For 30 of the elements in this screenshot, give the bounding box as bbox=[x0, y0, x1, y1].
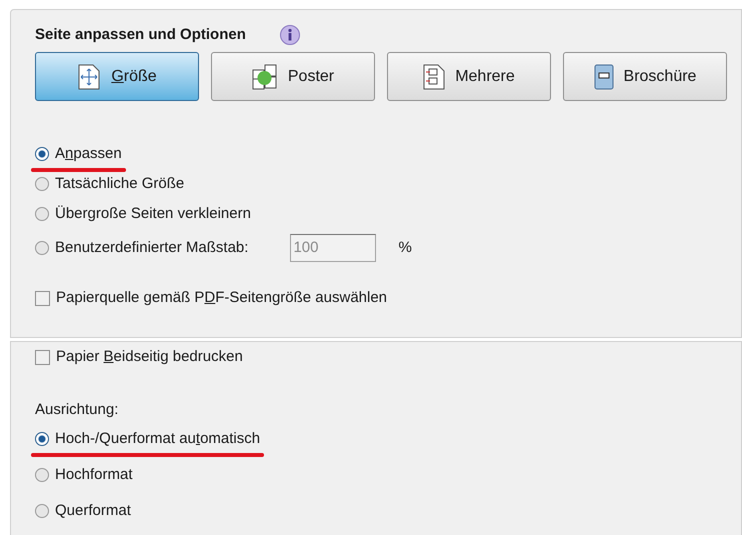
radio-button[interactable] bbox=[35, 468, 49, 482]
option-label: Papier Beidseitig bedrucken bbox=[56, 346, 243, 367]
option-label: Tatsächliche Größe bbox=[55, 174, 184, 194]
mode-button[interactable]: Mehrere bbox=[387, 52, 551, 101]
booklet-icon bbox=[594, 64, 614, 90]
radio-button[interactable] bbox=[35, 147, 49, 161]
radio-button[interactable] bbox=[35, 177, 49, 191]
poster-tiles-icon bbox=[252, 64, 278, 90]
option-label: Benutzerdefinierter Maßstab: bbox=[55, 238, 248, 258]
mode-button[interactable]: Poster bbox=[211, 52, 375, 101]
multiple-pages-icon bbox=[423, 64, 446, 90]
radio-button[interactable] bbox=[35, 241, 49, 255]
checkbox[interactable] bbox=[35, 350, 50, 364]
percent-unit: % bbox=[398, 238, 412, 258]
option-label: Querformat bbox=[55, 500, 131, 521]
section-title: Seite anpassen und Optionen bbox=[35, 24, 246, 45]
option-label: Hoch-/Querformat automatisch bbox=[55, 428, 260, 449]
option-label: Papierquelle gemäß PDF-Seitengröße auswählen bbox=[56, 288, 388, 308]
radio-button[interactable] bbox=[35, 432, 49, 446]
option-label: Hochformat bbox=[55, 464, 133, 485]
mode-button[interactable]: Größe bbox=[35, 52, 199, 101]
info-icon[interactable] bbox=[280, 25, 300, 45]
radio-button[interactable] bbox=[35, 504, 49, 518]
checkbox[interactable] bbox=[35, 290, 50, 306]
option-label: Anpassen bbox=[55, 144, 122, 164]
option-label: Übergroße Seiten verkleinern bbox=[55, 204, 251, 224]
mode-button[interactable]: Broschüre bbox=[563, 52, 727, 101]
orientation-label: Ausrichtung: bbox=[35, 400, 120, 420]
resize-page-icon bbox=[77, 64, 102, 90]
radio-button[interactable] bbox=[35, 207, 49, 221]
